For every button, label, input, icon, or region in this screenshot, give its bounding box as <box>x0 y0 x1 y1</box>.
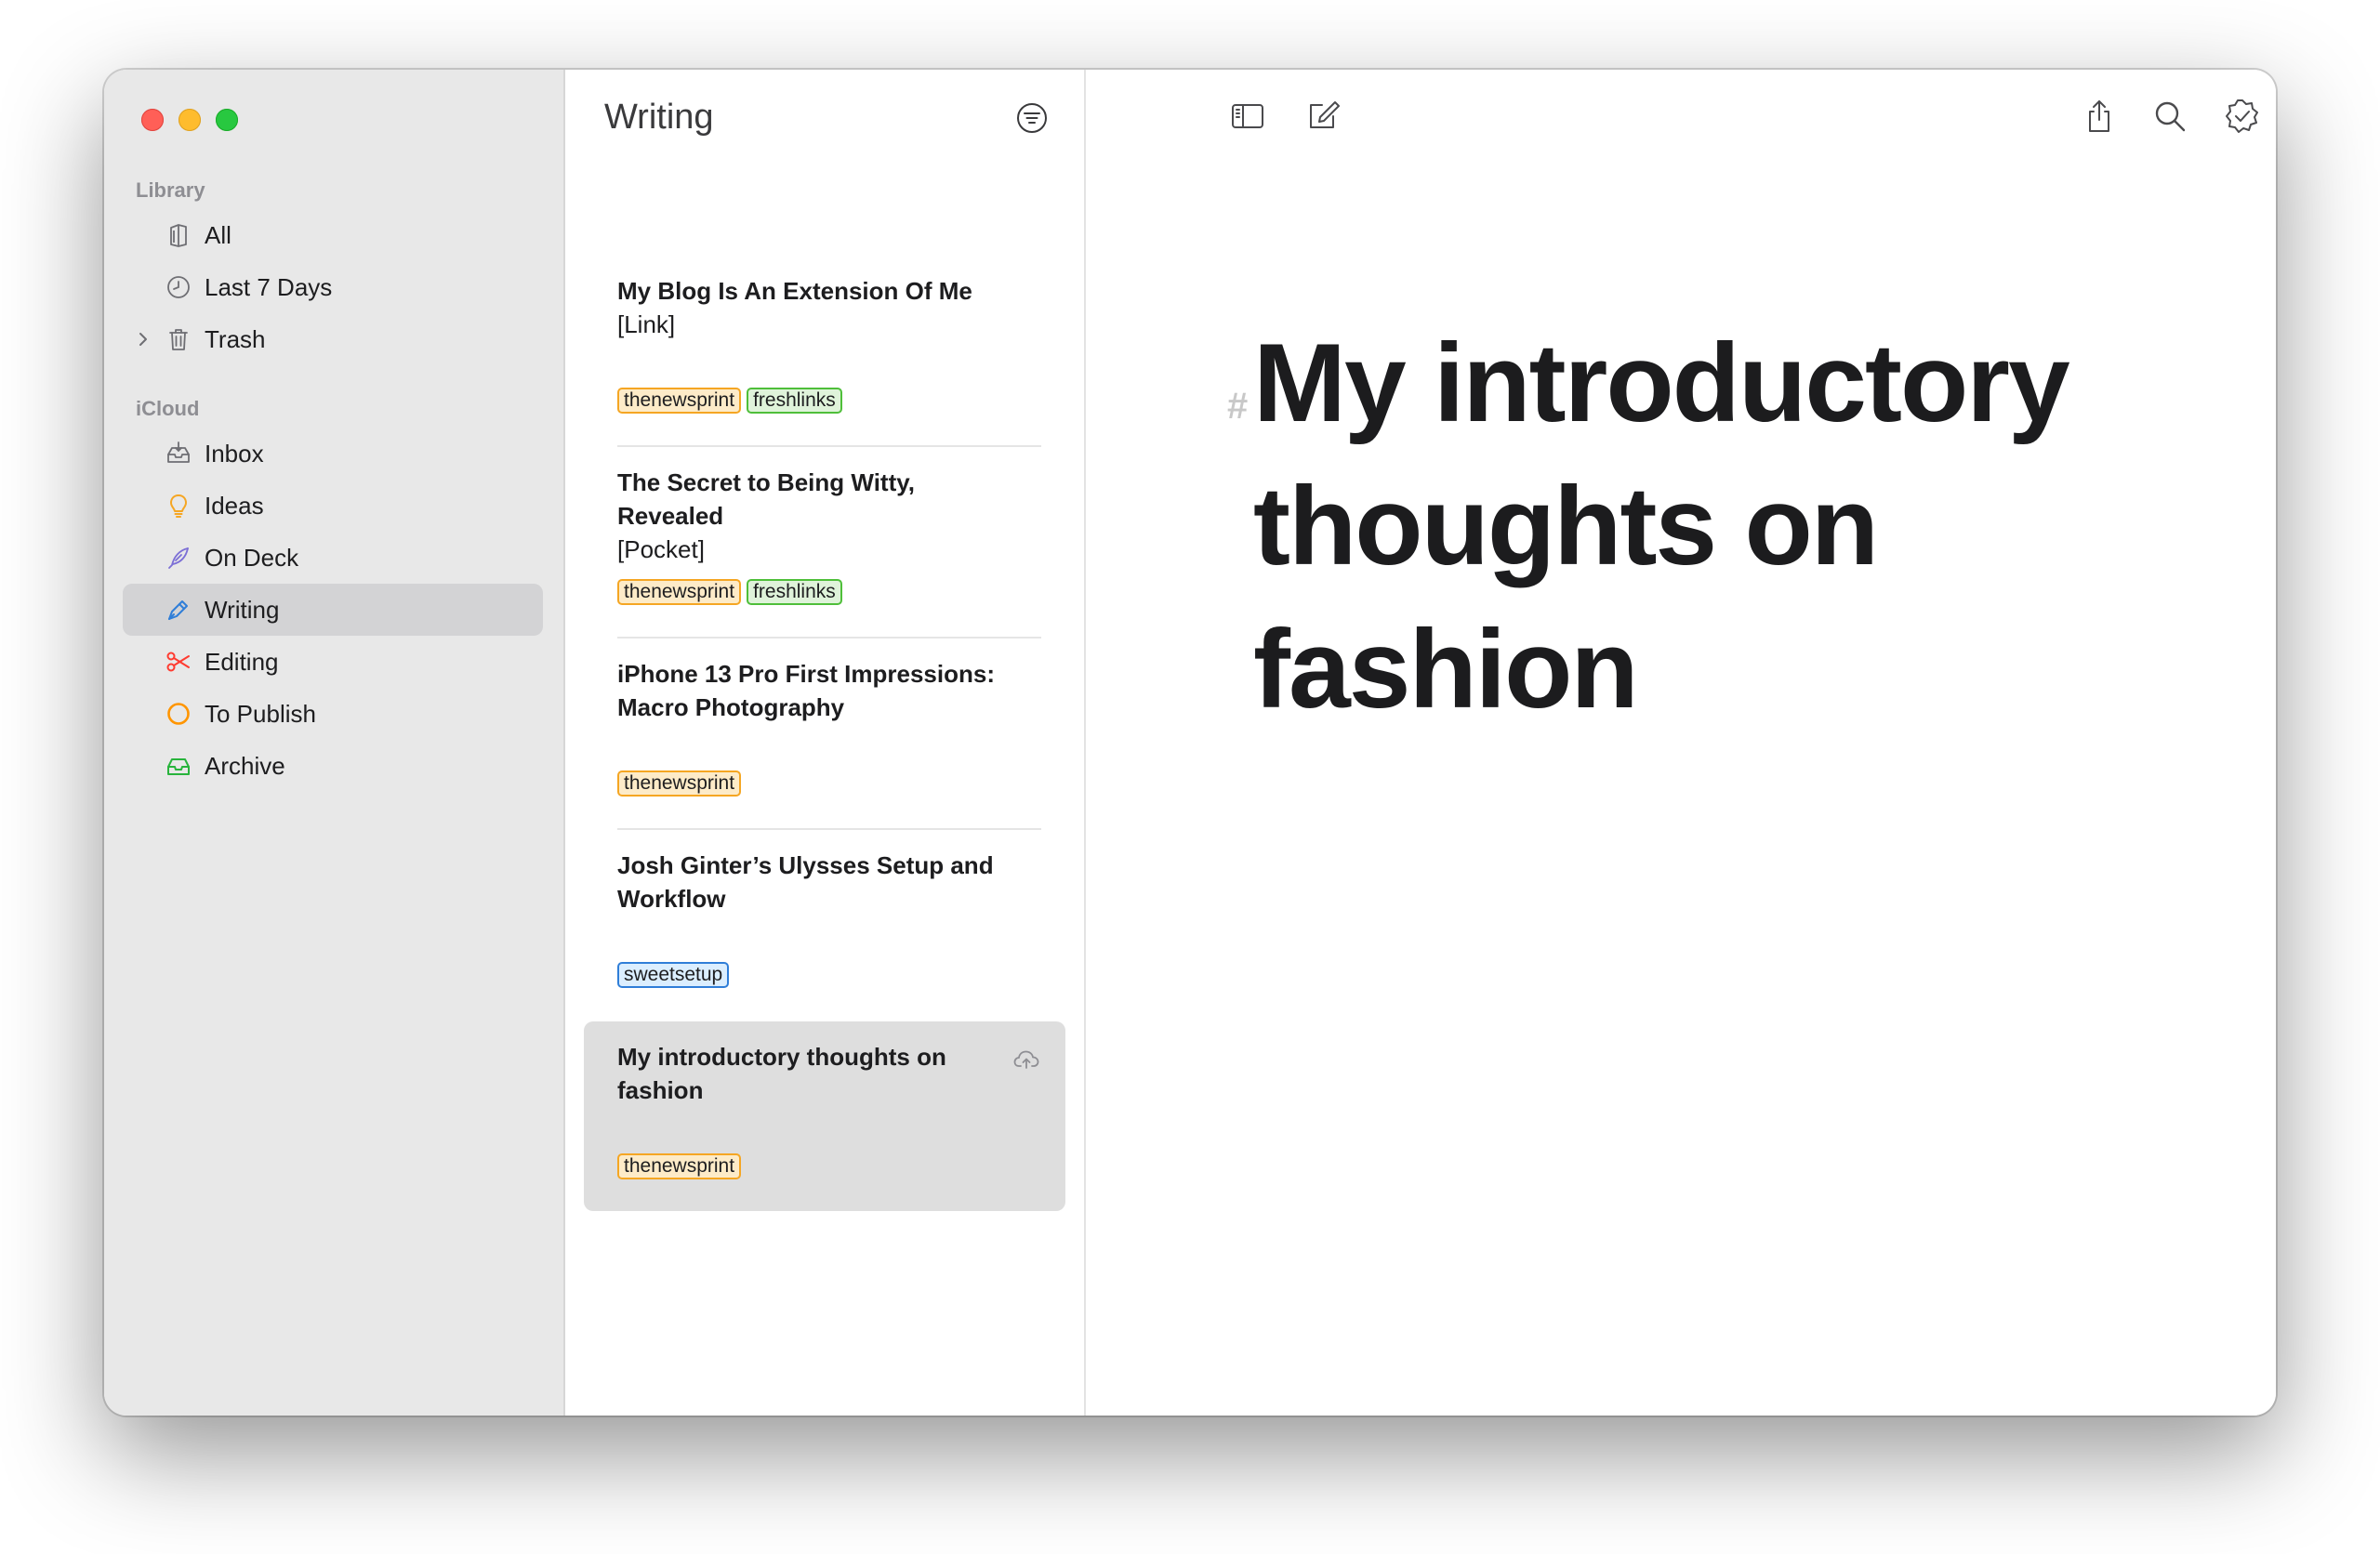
sidebar: Library All Last 7 Days Trash iCloud Inb… <box>104 70 565 1416</box>
scissors-icon <box>165 649 192 675</box>
sidebar-item-label: To Publish <box>205 699 316 728</box>
sidebar-item-label: On Deck <box>205 543 299 572</box>
note-item[interactable]: My Blog Is An Extension Of Me [Link] the… <box>584 256 1065 445</box>
review-badge-icon[interactable] <box>2224 98 2261 135</box>
document-heading[interactable]: My introductory thoughts on fashion <box>1253 311 2183 741</box>
sidebar-item-label: Archive <box>205 751 285 780</box>
sidebar-item-label: Writing <box>205 595 280 624</box>
sidebar-item-editing[interactable]: Editing <box>123 636 543 688</box>
sidebar-item-inbox[interactable]: Inbox <box>123 428 543 480</box>
window-controls <box>141 109 238 131</box>
tag[interactable]: freshlinks <box>747 579 842 605</box>
all-notes-icon <box>165 222 192 248</box>
sidebar-item-label: Inbox <box>205 439 264 468</box>
sidebar-item-archive[interactable]: Archive <box>123 740 543 792</box>
note-title: My Blog Is An Extension Of Me <box>617 277 972 305</box>
sidebar-item-writing[interactable]: Writing <box>123 584 543 636</box>
sidebar-toggle-icon[interactable] <box>1229 98 1266 135</box>
feather-icon <box>165 545 192 571</box>
circle-icon <box>165 701 192 727</box>
search-icon[interactable] <box>2151 98 2188 135</box>
clock-icon <box>165 274 192 300</box>
pen-icon <box>165 597 192 623</box>
tag[interactable]: thenewsprint <box>617 1153 742 1179</box>
zoom-window-button[interactable] <box>216 109 238 131</box>
note-item-selected[interactable]: My introductory thoughts on fashion then… <box>584 1021 1065 1211</box>
note-item[interactable]: The Secret to Being Witty, Revealed [Poc… <box>584 447 1065 637</box>
sidebar-item-label: Last 7 Days <box>205 272 333 301</box>
trash-icon <box>165 326 192 352</box>
note-subtitle: [Link] <box>617 310 676 338</box>
minimize-window-button[interactable] <box>178 109 201 131</box>
filter-icon[interactable] <box>1015 101 1049 135</box>
section-title-icloud: iCloud <box>136 397 200 420</box>
tag[interactable]: thenewsprint <box>617 579 742 605</box>
section-title-library: Library <box>136 178 205 202</box>
chevron-right-icon[interactable] <box>136 330 151 349</box>
inbox-icon <box>165 441 192 467</box>
note-item[interactable]: iPhone 13 Pro First Impressions: Macro P… <box>584 639 1065 828</box>
sidebar-item-last-7-days[interactable]: Last 7 Days <box>123 261 543 313</box>
note-title: The Secret to Being Witty, Revealed <box>617 468 915 530</box>
note-title: iPhone 13 Pro First Impressions: Macro P… <box>617 660 995 721</box>
sidebar-item-to-publish[interactable]: To Publish <box>123 688 543 740</box>
app-window: Library All Last 7 Days Trash iCloud Inb… <box>104 70 2276 1416</box>
share-icon[interactable] <box>2081 98 2118 135</box>
tag[interactable]: freshlinks <box>747 388 842 414</box>
note-subtitle: [Pocket] <box>617 535 705 563</box>
archive-tray-icon <box>165 753 192 779</box>
cloud-upload-icon <box>1013 1050 1039 1069</box>
sidebar-item-all[interactable]: All <box>123 209 543 261</box>
lightbulb-icon <box>165 493 192 519</box>
note-item[interactable]: Josh Ginter’s Ulysses Setup and Workflow… <box>584 830 1065 1020</box>
sidebar-item-trash[interactable]: Trash <box>123 313 543 365</box>
tag[interactable]: sweetsetup <box>617 962 730 988</box>
editor: # My introductory thoughts on fashion <box>1086 70 2276 1416</box>
note-title: My introductory thoughts on fashion <box>617 1043 946 1104</box>
sidebar-item-label: All <box>205 220 231 249</box>
sidebar-item-label: Ideas <box>205 491 264 520</box>
sidebar-item-on-deck[interactable]: On Deck <box>123 532 543 584</box>
note-title: Josh Ginter’s Ulysses Setup and Workflow <box>617 851 994 913</box>
note-list: Writing My Blog Is An Extension Of Me [L… <box>565 70 1086 1416</box>
tag[interactable]: thenewsprint <box>617 770 742 797</box>
heading-marker: # <box>1227 386 1249 427</box>
sidebar-item-label: Editing <box>205 647 279 676</box>
tag[interactable]: thenewsprint <box>617 388 742 414</box>
close-window-button[interactable] <box>141 109 164 131</box>
sidebar-item-label: Trash <box>205 324 266 353</box>
sidebar-item-ideas[interactable]: Ideas <box>123 480 543 532</box>
list-title: Writing <box>604 98 714 137</box>
new-note-icon[interactable] <box>1303 98 1341 135</box>
